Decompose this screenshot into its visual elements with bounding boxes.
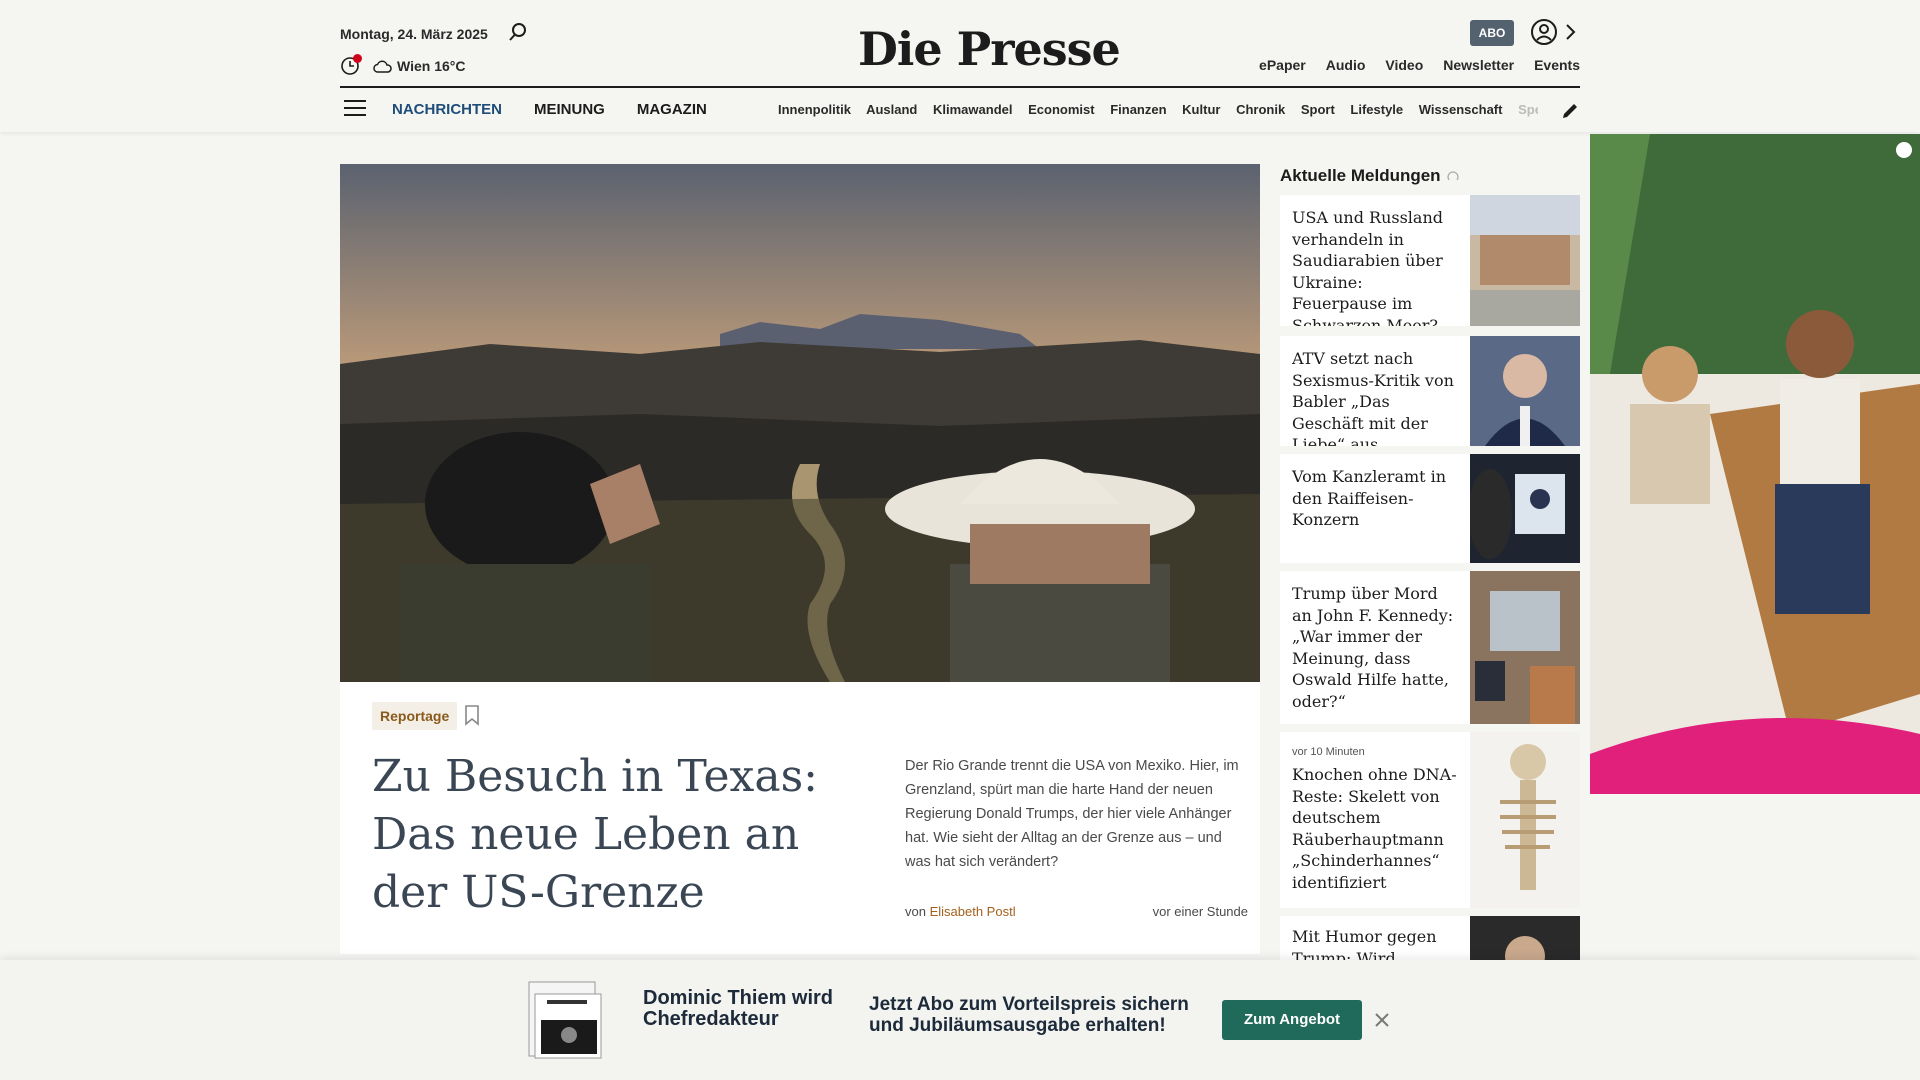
- section-link[interactable]: Wissenschaft: [1419, 102, 1503, 117]
- section-link[interactable]: Sport: [1301, 102, 1335, 117]
- user-account-icon[interactable]: [1530, 18, 1558, 46]
- news-card-title: Knochen ohne DNA-Reste: Skelett von deut…: [1292, 765, 1457, 892]
- hamburger-menu-icon[interactable]: [344, 100, 366, 118]
- link-epaper[interactable]: ePaper: [1259, 57, 1306, 73]
- news-card[interactable]: USA und Russland verhandeln in Saudiarab…: [1280, 195, 1580, 326]
- publish-time: vor einer Stunde: [1152, 904, 1248, 919]
- hero-article[interactable]: Reportage Zu Besuch in Texas: Das neue L…: [340, 164, 1260, 954]
- news-card-title: USA und Russland verhandeln in Saudiarab…: [1292, 208, 1443, 326]
- news-thumbnail: [1470, 195, 1580, 326]
- main-nav: NACHRICHTEN MEINUNG MAGAZIN: [392, 101, 707, 118]
- newspaper-cover-image: [528, 981, 602, 1059]
- category-tag[interactable]: Reportage: [372, 702, 458, 730]
- offer-button[interactable]: Zum Angebot: [1222, 1000, 1362, 1040]
- byline: von Elisabeth Postl: [905, 904, 1016, 919]
- news-ticker-icon[interactable]: [340, 54, 362, 76]
- hero-teaser: Der Rio Grande trennt die USA von Mexiko…: [905, 758, 1239, 870]
- section-link[interactable]: Klimawandel: [933, 102, 1012, 117]
- search-icon[interactable]: [508, 22, 528, 42]
- link-events[interactable]: Events: [1534, 57, 1580, 73]
- banner-headline: Dominic Thiem wird Chefredakteur: [643, 987, 834, 1030]
- news-thumbnail: [1470, 732, 1580, 908]
- news-card-title: Vom Kanzleramt in den Raiffeisen-Konzern: [1292, 467, 1447, 529]
- ad-info-icon[interactable]: [1896, 142, 1912, 158]
- page: Montag, 24. März 2025 Wien 16°C Die Pres…: [0, 0, 1920, 1080]
- site-logo[interactable]: Die Presse: [858, 22, 1121, 76]
- news-card[interactable]: Vom Kanzleramt in den Raiffeisen-Konzern: [1280, 454, 1580, 563]
- link-video[interactable]: Video: [1385, 57, 1423, 73]
- header-divider: [340, 86, 1580, 88]
- news-card[interactable]: ATV setzt nach Sexismus-Kritik von Bable…: [1280, 336, 1580, 446]
- hero-image[interactable]: [340, 164, 1260, 682]
- top-links: ePaper Audio Video Newsletter Events: [1259, 57, 1580, 73]
- news-card[interactable]: Mit Humor gegen Trump: Wird: [1280, 916, 1580, 960]
- refresh-icon: [1446, 171, 1459, 181]
- section-link[interactable]: Economist: [1028, 102, 1094, 117]
- chevron-right-icon[interactable]: [1564, 22, 1578, 42]
- section-link[interactable]: Finanzen: [1110, 102, 1166, 117]
- section-link[interactable]: Spectrum: [1518, 102, 1538, 117]
- subscription-banner: Dominic Thiem wird Chefredakteur Jetzt A…: [0, 960, 1920, 1080]
- news-thumbnail: [1470, 454, 1580, 563]
- close-icon[interactable]: [1374, 1012, 1390, 1028]
- news-thumbnail: [1470, 916, 1580, 960]
- hero-headline[interactable]: Zu Besuch in Texas: Das neue Leben an de…: [372, 748, 872, 922]
- byline-prefix: von: [905, 904, 926, 919]
- weather-widget[interactable]: Wien 16°C: [372, 58, 466, 74]
- news-card-time: vor 10 Minuten: [1292, 746, 1365, 758]
- nav-nachrichten[interactable]: NACHRICHTEN: [392, 101, 502, 118]
- news-card[interactable]: Trump über Mord an John F. Kennedy: „War…: [1280, 571, 1580, 724]
- news-card-title: Trump über Mord an John F. Kennedy: „War…: [1292, 584, 1454, 711]
- link-newsletter[interactable]: Newsletter: [1443, 57, 1514, 73]
- advertisement[interactable]: [1590, 134, 1920, 794]
- section-link[interactable]: Ausland: [866, 102, 917, 117]
- section-link[interactable]: Lifestyle: [1350, 102, 1403, 117]
- pencil-icon[interactable]: [1560, 101, 1580, 121]
- author-link[interactable]: Elisabeth Postl: [930, 904, 1016, 919]
- news-thumbnail: [1470, 571, 1580, 724]
- news-card-title: ATV setzt nach Sexismus-Kritik von Bable…: [1292, 349, 1454, 446]
- ad-image: [1590, 134, 1920, 794]
- section-nav: Innenpolitik Ausland Klimawandel Economi…: [778, 102, 1538, 117]
- notification-dot: [353, 54, 362, 63]
- abo-button[interactable]: ABO: [1470, 20, 1514, 46]
- news-card[interactable]: vor 10 Minuten Knochen ohne DNA-Reste: S…: [1280, 732, 1580, 908]
- latest-news-title: Aktuelle Meldungen: [1280, 166, 1459, 186]
- bookmark-icon[interactable]: [464, 704, 480, 726]
- nav-meinung[interactable]: MEINUNG: [534, 101, 605, 118]
- site-header: Montag, 24. März 2025 Wien 16°C Die Pres…: [0, 0, 1920, 132]
- news-thumbnail: [1470, 336, 1580, 446]
- latest-news-label: Aktuelle Meldungen: [1280, 166, 1441, 185]
- banner-offer-text: Jetzt Abo zum Vorteilspreis sichern und …: [869, 994, 1189, 1036]
- section-link[interactable]: Chronik: [1236, 102, 1285, 117]
- news-card-title: Mit Humor gegen Trump: Wird: [1292, 927, 1437, 960]
- nav-magazin[interactable]: MAGAZIN: [637, 101, 707, 118]
- current-date: Montag, 24. März 2025: [340, 26, 488, 42]
- section-link[interactable]: Innenpolitik: [778, 102, 851, 117]
- cloud-icon: [373, 60, 392, 73]
- section-link[interactable]: Kultur: [1182, 102, 1220, 117]
- link-audio[interactable]: Audio: [1326, 57, 1366, 73]
- weather-text: Wien 16°C: [397, 58, 466, 74]
